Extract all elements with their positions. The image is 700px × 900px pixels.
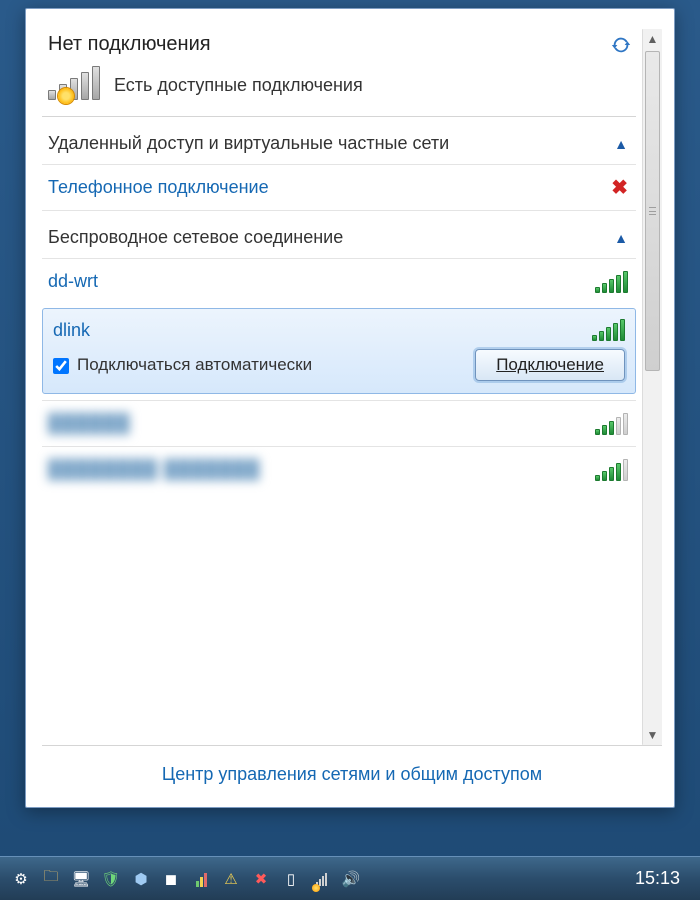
tray: ⚙ 🗀 🖥 🛡 ⬢ ◼ ⚠ ✖ ▯ <box>10 868 625 890</box>
flyout-body: Нет подключения Есть доступные подключен… <box>28 11 672 805</box>
network-name: ████████ ███████ <box>48 459 260 480</box>
section-title: Удаленный доступ и виртуальные частные с… <box>48 133 449 154</box>
connect-button[interactable]: Подключение <box>475 349 625 381</box>
scrollbar[interactable]: ▲ ▼ <box>642 29 662 745</box>
scroll-up-icon[interactable]: ▲ <box>643 29 662 49</box>
network-item[interactable]: dd-wrt <box>42 258 636 304</box>
tray-icon-volume[interactable]: 🔊 <box>340 868 362 890</box>
dialup-item[interactable]: Телефонное подключение ✖ <box>42 164 636 210</box>
wifi-signal-icon <box>592 319 625 341</box>
footer: Центр управления сетями и общим доступом <box>42 745 662 795</box>
section-header-dialup[interactable]: Удаленный доступ и виртуальные частные с… <box>42 117 636 164</box>
network-flyout: Нет подключения Есть доступные подключен… <box>25 8 675 808</box>
network-center-link[interactable]: Центр управления сетями и общим доступом <box>162 764 542 784</box>
tray-icon-gear[interactable]: ⚙ <box>10 868 32 890</box>
available-networks-badge-icon <box>58 88 74 104</box>
scroll-down-icon[interactable]: ▼ <box>643 725 662 745</box>
tray-icon-warning[interactable]: ⚠ <box>220 868 242 890</box>
wifi-signal-icon <box>595 459 628 481</box>
network-name: ██████ <box>48 413 131 434</box>
disconnected-icon: ✖ <box>611 175 628 200</box>
clock[interactable]: 15:13 <box>625 868 690 889</box>
tray-icon-blocked[interactable]: ✖ <box>250 868 272 890</box>
wifi-signal-icon <box>595 271 628 293</box>
status-text: Есть доступные подключения <box>114 75 363 96</box>
tray-icon-monitor[interactable]: 🖥 <box>70 868 92 890</box>
network-item[interactable]: ██████ <box>42 400 636 446</box>
chevron-up-icon: ▲ <box>614 136 628 152</box>
wifi-signal-icon <box>595 413 628 435</box>
section-title: Беспроводное сетевое соединение <box>48 227 343 248</box>
status-row: Есть доступные подключения <box>42 66 636 117</box>
auto-connect-label: Подключаться автоматически <box>77 355 312 375</box>
tray-icon-network[interactable] <box>310 868 332 890</box>
tray-icon-chart[interactable] <box>190 868 212 890</box>
scroll-thumb[interactable] <box>645 51 660 371</box>
auto-connect-checkbox[interactable]: Подключаться автоматически <box>53 355 312 375</box>
auto-connect-input[interactable] <box>53 358 69 374</box>
tray-icon-shield[interactable]: 🛡 <box>100 868 122 890</box>
chevron-up-icon: ▲ <box>614 230 628 246</box>
network-name: dd-wrt <box>48 271 98 292</box>
page-title: Нет подключения <box>48 33 211 56</box>
dialup-item-label: Телефонное подключение <box>48 177 269 198</box>
tray-icon-folder[interactable]: 🗀 <box>40 868 62 890</box>
section-header-wifi[interactable]: Беспроводное сетевое соединение ▲ <box>42 210 636 258</box>
header-row: Нет подключения <box>42 29 636 66</box>
tray-icon-battery[interactable]: ▯ <box>280 868 302 890</box>
taskbar: ⚙ 🗀 🖥 🛡 ⬢ ◼ ⚠ ✖ ▯ <box>0 856 700 900</box>
signal-bars-icon <box>48 70 100 100</box>
network-item[interactable]: ████████ ███████ <box>42 446 636 492</box>
network-name: dlink <box>53 320 90 341</box>
tray-icon-dropbox[interactable]: ⬢ <box>130 868 152 890</box>
refresh-icon[interactable] <box>610 34 632 56</box>
network-item-selected[interactable]: dlink Подключаться автоматически Подключ… <box>42 308 636 394</box>
tray-icon-app1[interactable]: ◼ <box>160 868 182 890</box>
